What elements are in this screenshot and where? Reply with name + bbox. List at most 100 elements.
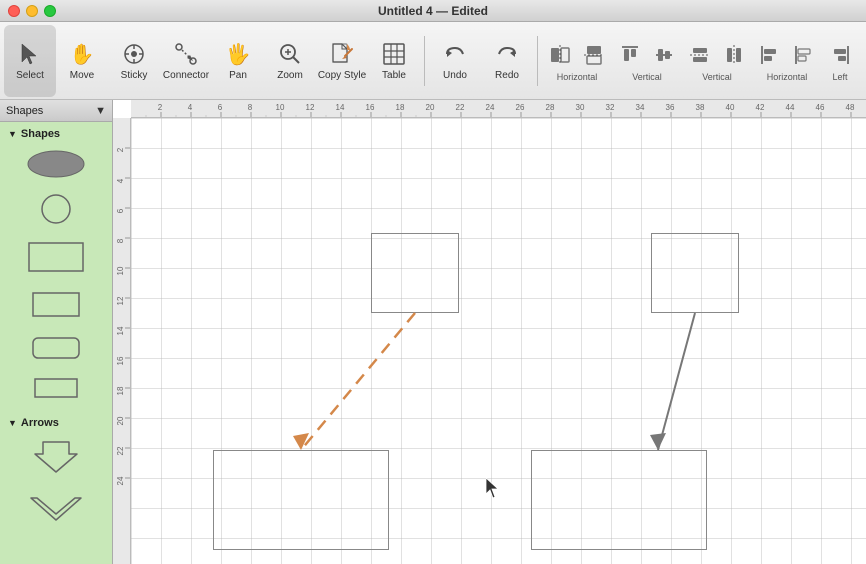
svg-text:✋: ✋ <box>70 42 95 66</box>
canvas-rect-4[interactable] <box>531 450 707 550</box>
zoom-icon <box>276 40 304 68</box>
ruler-top-svg: 2 4 6 8 10 12 14 16 18 <box>131 100 866 118</box>
svg-text:14: 14 <box>116 326 125 335</box>
canvas-area[interactable]: 2 4 6 8 10 12 14 16 18 <box>113 100 866 564</box>
cursor-icon <box>486 478 502 498</box>
sidebar-dropdown-label: Shapes <box>6 105 43 117</box>
svg-text:28: 28 <box>546 103 555 112</box>
align-vertical-group: Vertical <box>614 39 680 82</box>
svg-text:2: 2 <box>116 147 125 152</box>
flip-horizontal-button[interactable] <box>544 39 576 71</box>
svg-text:34: 34 <box>636 103 645 112</box>
align-horizontal-label: Horizontal <box>557 72 598 82</box>
shape-oval-filled[interactable] <box>0 142 112 187</box>
align-distribute-label: Vertical <box>702 72 732 82</box>
flip-vertical-icon <box>580 41 608 69</box>
connector-tool[interactable]: Connector <box>160 25 212 97</box>
align-last-button[interactable] <box>824 39 856 71</box>
move-icon: ✋ <box>68 40 96 68</box>
canvas-rect-1[interactable] <box>371 233 459 313</box>
shape-rect-small[interactable] <box>0 282 112 327</box>
sticky-tool[interactable]: Sticky <box>108 25 160 97</box>
table-icon <box>380 40 408 68</box>
svg-text:48: 48 <box>846 103 855 112</box>
select-icon <box>16 40 44 68</box>
svg-text:20: 20 <box>426 103 435 112</box>
align-vertical-center-button[interactable] <box>648 39 680 71</box>
window-title: Untitled 4 — Edited <box>378 4 488 18</box>
select-tool[interactable]: Select <box>4 25 56 97</box>
zoom-tool[interactable]: Zoom <box>264 25 316 97</box>
svg-text:8: 8 <box>248 103 253 112</box>
shape-rect-rounded[interactable] <box>0 327 112 369</box>
align-horizontal-group: Horizontal <box>544 39 610 82</box>
svg-text:18: 18 <box>116 386 125 395</box>
shape-circle-outline[interactable] <box>0 187 112 232</box>
rect-outline-icon <box>21 237 91 277</box>
canvas[interactable] <box>131 118 866 564</box>
align-last-group: Left <box>824 39 856 82</box>
canvas-rect-3[interactable] <box>213 450 389 550</box>
copystyle-tool[interactable]: Copy Style <box>316 25 368 97</box>
sidebar-dropdown-button[interactable]: ▼ <box>95 105 106 117</box>
redo-icon <box>493 40 521 68</box>
ruler-left-svg: 2 4 6 8 10 12 14 16 18 <box>113 118 131 564</box>
separator-1 <box>424 36 425 86</box>
distribute-vertical-button[interactable] <box>684 39 716 71</box>
copystyle-icon <box>328 40 356 68</box>
svg-text:26: 26 <box>516 103 525 112</box>
ruler-top: 2 4 6 8 10 12 14 16 18 <box>131 100 866 118</box>
svg-text:40: 40 <box>726 103 735 112</box>
svg-text:6: 6 <box>218 103 223 112</box>
arrows-section-toggle[interactable]: ▼ Arrows <box>0 415 112 431</box>
shape-arrow-down[interactable] <box>0 431 112 483</box>
align-left-button[interactable] <box>754 39 786 71</box>
circle-outline-icon <box>21 192 91 227</box>
align-vertical-top-button[interactable] <box>614 39 646 71</box>
titlebar: Untitled 4 — Edited <box>0 0 866 22</box>
shape-rect-outline[interactable] <box>0 232 112 282</box>
traffic-lights <box>8 5 56 17</box>
svg-text:12: 12 <box>306 103 315 112</box>
undo-button[interactable]: Undo <box>429 25 481 97</box>
svg-text:10: 10 <box>116 266 125 275</box>
dashed-arrow-line <box>301 313 415 450</box>
pan-icon: 🖐 <box>224 40 252 68</box>
sidebar: Shapes ▼ ▼ Shapes <box>0 100 113 564</box>
arrows-section: ▼ Arrows <box>0 411 112 535</box>
close-button[interactable] <box>8 5 20 17</box>
svg-text:24: 24 <box>116 476 125 485</box>
align-right-icon <box>790 41 818 69</box>
table-tool[interactable]: Table <box>368 25 420 97</box>
shapes-section-toggle[interactable]: ▼ Shapes <box>0 126 112 142</box>
svg-text:38: 38 <box>696 103 705 112</box>
svg-text:🖐: 🖐 <box>226 42 251 67</box>
sticky-icon <box>120 40 148 68</box>
align-distribute-group: Vertical <box>684 39 750 82</box>
svg-text:44: 44 <box>786 103 795 112</box>
align-top-icon <box>616 41 644 69</box>
svg-text:10: 10 <box>276 103 285 112</box>
svg-text:6: 6 <box>116 208 125 213</box>
minimize-button[interactable] <box>26 5 38 17</box>
move-tool[interactable]: ✋ Move <box>56 25 108 97</box>
redo-button[interactable]: Redo <box>481 25 533 97</box>
distribute-horizontal-button[interactable] <box>718 39 750 71</box>
main-area: Shapes ▼ ▼ Shapes <box>0 100 866 564</box>
separator-2 <box>537 36 538 86</box>
toolbar: Select ✋ Move Sticky Connector <box>0 22 866 100</box>
shape-rect-small2[interactable] <box>0 369 112 407</box>
shape-chevron-down[interactable] <box>0 483 112 531</box>
arrows-arrow-icon: ▼ <box>8 418 17 428</box>
flip-vertical-button[interactable] <box>578 39 610 71</box>
canvas-rect-2[interactable] <box>651 233 739 313</box>
svg-text:2: 2 <box>158 103 163 112</box>
pan-tool[interactable]: 🖐 Pan <box>212 25 264 97</box>
arrows-section-title-label: Arrows <box>21 417 59 429</box>
align-right-button[interactable] <box>788 39 820 71</box>
shapes-section-title-label: Shapes <box>21 128 60 140</box>
maximize-button[interactable] <box>44 5 56 17</box>
svg-text:22: 22 <box>456 103 465 112</box>
rect-small2-icon <box>21 374 91 402</box>
solid-arrow-line <box>658 313 695 450</box>
